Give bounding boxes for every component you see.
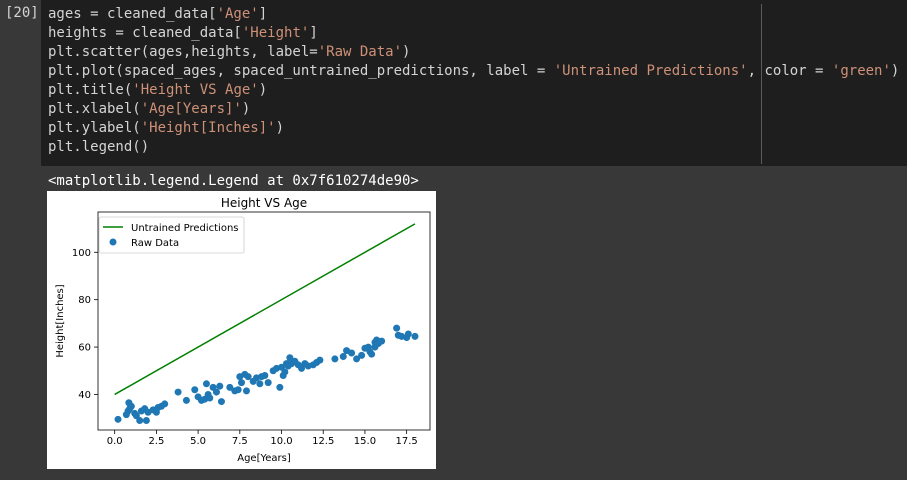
data-point bbox=[136, 417, 144, 425]
code-string-literal: 'Age[Years]' bbox=[140, 101, 242, 117]
data-point bbox=[261, 372, 269, 379]
code-token: plt.plot(spaced_ages, spaced_untrained_p… bbox=[48, 63, 554, 79]
chart-output: Height VS Age Age[Years] Height[Inches] … bbox=[47, 191, 436, 469]
data-point bbox=[114, 415, 122, 423]
data-point bbox=[348, 349, 356, 357]
code-string-literal: 'green' bbox=[831, 63, 891, 79]
legend-label-raw: Raw Data bbox=[131, 238, 179, 249]
data-point bbox=[264, 379, 272, 387]
code-token: ] bbox=[258, 6, 268, 22]
data-point bbox=[142, 417, 150, 425]
code-token: plt.ylabel( bbox=[48, 120, 141, 136]
data-point bbox=[276, 383, 284, 391]
x-tick-label: 10.0 bbox=[270, 436, 292, 447]
data-point bbox=[339, 353, 347, 361]
code-token: ) bbox=[258, 82, 268, 98]
data-point bbox=[216, 382, 224, 390]
y-tick-label: 60 bbox=[78, 343, 91, 354]
code-cell[interactable]: [20] ages = cleaned_data['Age'] heights … bbox=[0, 0, 907, 166]
data-point bbox=[161, 400, 169, 408]
data-point bbox=[411, 332, 419, 340]
data-point bbox=[242, 387, 250, 395]
data-point bbox=[358, 351, 366, 359]
legend-label-untrained: Untrained Predictions bbox=[131, 223, 239, 234]
code-token: ) bbox=[402, 44, 411, 60]
x-tick-label: 12.5 bbox=[312, 436, 334, 447]
scatter-chart: Height VS Age Age[Years] Height[Inches] … bbox=[55, 196, 431, 464]
cell-execution-count: [20] bbox=[5, 5, 39, 21]
data-point bbox=[174, 388, 182, 396]
code-token: heights = cleaned_data[ bbox=[48, 25, 242, 41]
code-token: ] bbox=[309, 25, 318, 41]
code-string-literal: 'Raw Data' bbox=[317, 44, 403, 60]
x-tick-label: 7.5 bbox=[232, 436, 248, 447]
code-token: plt.legend() bbox=[48, 139, 150, 155]
data-point bbox=[331, 355, 339, 363]
code-token: plt.title( bbox=[48, 82, 133, 98]
data-point bbox=[393, 324, 401, 332]
data-point bbox=[206, 394, 214, 402]
x-axis-label: Age[Years] bbox=[237, 453, 291, 464]
data-point bbox=[234, 386, 242, 394]
data-point bbox=[316, 356, 324, 364]
data-point bbox=[202, 380, 210, 388]
x-tick-label: 5.0 bbox=[190, 436, 206, 447]
code-token: plt.xlabel( bbox=[48, 101, 141, 117]
code-string-literal: 'Height' bbox=[241, 25, 310, 41]
data-point bbox=[182, 396, 190, 404]
data-point bbox=[256, 380, 264, 388]
legend-scatter-marker bbox=[109, 238, 117, 246]
data-point bbox=[404, 330, 412, 338]
code-text[interactable]: ages = cleaned_data['Age'] heights = cle… bbox=[48, 5, 899, 157]
code-string-literal: 'Age' bbox=[216, 6, 259, 22]
code-token: plt.scatter(ages,heights, label= bbox=[48, 44, 318, 60]
data-point bbox=[217, 398, 225, 406]
data-point bbox=[368, 350, 376, 358]
cell-output-text: <matplotlib.legend.Legend at 0x7f610274d… bbox=[48, 173, 419, 189]
x-tick-label: 2.5 bbox=[148, 436, 164, 447]
data-point bbox=[191, 386, 199, 394]
y-tick-label: 100 bbox=[72, 248, 91, 259]
data-point bbox=[281, 368, 289, 376]
legend: Untrained Predictions Raw Data bbox=[98, 216, 245, 254]
code-token: ages = cleaned_data[ bbox=[48, 6, 217, 22]
data-point bbox=[212, 388, 220, 396]
chart-title: Height VS Age bbox=[221, 196, 307, 210]
code-token: ) bbox=[890, 63, 900, 79]
y-tick-label: 80 bbox=[78, 295, 91, 306]
data-point bbox=[237, 379, 245, 387]
data-point bbox=[127, 402, 135, 410]
y-tick-label: 40 bbox=[78, 390, 91, 401]
code-string-literal: 'Height VS Age' bbox=[132, 82, 259, 98]
code-editor[interactable]: ages = cleaned_data['Age'] heights = cle… bbox=[41, 0, 907, 166]
x-tick-label: 15.0 bbox=[354, 436, 376, 447]
code-token: ) bbox=[241, 101, 251, 117]
x-tick-label: 17.5 bbox=[396, 436, 418, 447]
y-axis-label: Height[Inches] bbox=[55, 284, 66, 357]
x-tick-label: 0.0 bbox=[107, 436, 123, 447]
code-string-literal: 'Untrained Predictions' bbox=[553, 63, 748, 79]
data-point bbox=[378, 337, 386, 345]
editor-ruler bbox=[761, 4, 762, 164]
code-token: ) bbox=[275, 120, 285, 136]
code-string-literal: 'Height[Inches]' bbox=[140, 120, 276, 136]
